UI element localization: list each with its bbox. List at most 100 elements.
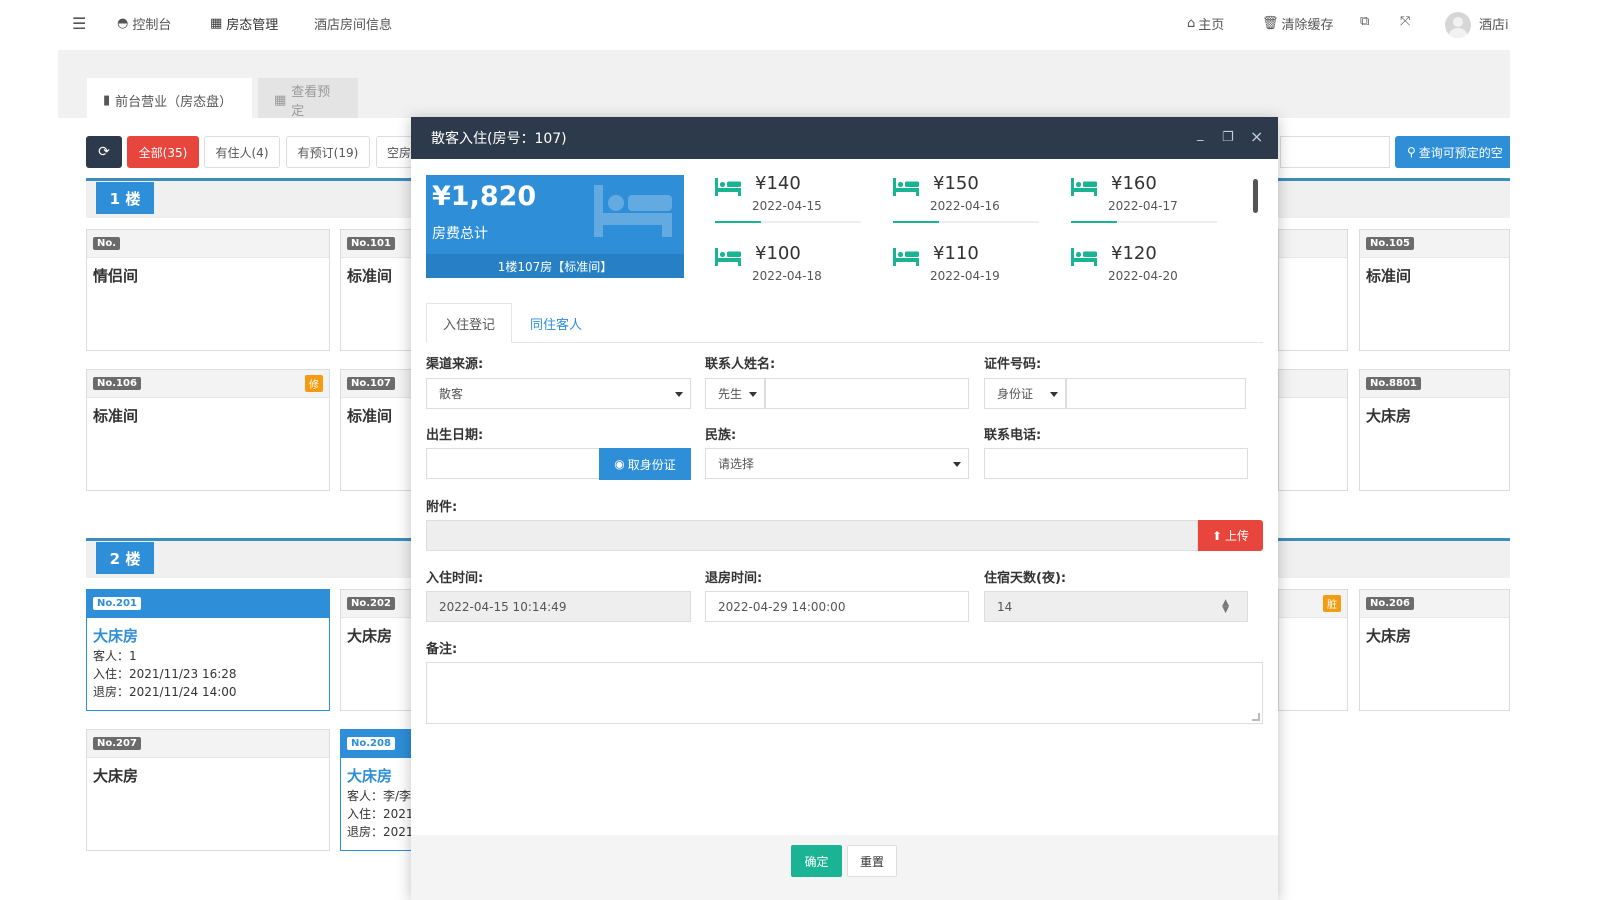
nav-room-status[interactable]: ▦ 房态管理 (210, 14, 278, 33)
room-checkout-time: 退房：2021/11/24 14:00 (93, 685, 237, 699)
fullscreen-icon[interactable]: ⤧ (1400, 14, 1410, 29)
room-card[interactable]: No.105 标准间 (1359, 229, 1510, 351)
tab-checkin-registration[interactable]: 入住登记 (426, 303, 512, 343)
tab-frontdesk-label: 前台营业（房态盘） (115, 94, 233, 110)
checkout-time-input[interactable]: 2022-04-29 14:00:00 (705, 591, 969, 622)
daily-price-amount: ¥110 (933, 243, 979, 264)
channel-select[interactable]: 散客 (426, 378, 691, 409)
tab-reservations[interactable]: ▦ 查看预定 (258, 78, 358, 122)
filter-vacant-button[interactable]: 空房 (376, 136, 416, 168)
read-id-card-button[interactable]: ◉ 取身份证 (599, 448, 691, 480)
nav-dashboard[interactable]: ◓ 控制台 (117, 14, 171, 33)
room-card[interactable]: No. 情侣间 (86, 229, 330, 351)
reset-button[interactable]: 重置 (847, 845, 897, 877)
minimize-button[interactable]: _ (1197, 127, 1204, 142)
nav-room-info[interactable]: 酒店房间信息 (314, 14, 392, 33)
daily-price-amount: ¥160 (1111, 173, 1157, 194)
upload-icon: ⬆ (1211, 528, 1223, 543)
checkin-time-input[interactable]: 2022-04-15 10:14:49 (426, 591, 691, 622)
tab-co-guests[interactable]: 同住客人 (512, 303, 600, 343)
dirty-badge: 脏 (1323, 595, 1341, 612)
room-card[interactable] (1278, 229, 1348, 351)
maximize-icon[interactable]: ❐ (1222, 130, 1234, 145)
channel-label: 渠道来源: (426, 357, 484, 372)
room-card-header: 脏 (1279, 590, 1347, 618)
phone-label: 联系电话: (984, 428, 1042, 443)
birth-date-label: 出生日期: (426, 428, 484, 443)
walk-in-checkin-dialog: 散客入住(房号：107) _ ❐ × ¥1,820 房费总计 1楼107房【标准… (411, 117, 1278, 900)
translate-icon[interactable]: ⧉ (1360, 14, 1369, 29)
room-card[interactable]: No.106 修 标准间 (86, 369, 330, 491)
id-number-input[interactable] (1066, 378, 1246, 409)
refresh-button[interactable]: ⟳ (86, 136, 122, 168)
nav-dashboard-label: 控制台 (132, 18, 172, 33)
daily-price-amount: ¥150 (933, 173, 979, 194)
home-link[interactable]: ⌂ 主页 (1187, 14, 1224, 33)
total-price-label: 房费总计 (432, 226, 488, 242)
chevron-down-icon (1050, 392, 1058, 397)
room-card-header: No.8801 (1360, 370, 1509, 398)
nights-label: 住宿天数(夜): (984, 571, 1067, 586)
daily-price-date: 2022-04-18 (752, 269, 822, 283)
contact-name-label: 联系人姓名: (705, 357, 776, 372)
home-icon: ⌂ (1187, 16, 1196, 31)
stepper-arrows-icon[interactable]: ▲ ▼ (1222, 599, 1229, 615)
search-icon: ⚲ (1407, 145, 1416, 159)
room-summary: 1楼107房【标准间】 (426, 254, 684, 278)
room-card[interactable]: No.207 大床房 (86, 729, 330, 851)
confirm-button[interactable]: 确定 (791, 845, 842, 877)
calendar-icon: ▦ (274, 92, 287, 108)
resize-handle-icon[interactable] (1252, 713, 1260, 721)
tab-frontdesk[interactable]: ▮ 前台营业（房态盘） (87, 78, 252, 122)
nav-room-info-label: 酒店房间信息 (314, 18, 393, 33)
room-card[interactable]: No.8801 大床房 (1359, 369, 1510, 491)
chevron-down-icon (675, 392, 683, 397)
room-card[interactable] (1278, 369, 1348, 491)
trash-icon: 🗑︎ (1262, 16, 1279, 31)
avatar[interactable] (1445, 12, 1471, 38)
filter-reserved-button[interactable]: 有预订(19) (286, 136, 370, 168)
room-number: No.202 (347, 597, 395, 610)
attachment-input[interactable] (426, 520, 1198, 551)
divider (715, 221, 861, 223)
remark-textarea[interactable] (426, 662, 1263, 724)
upload-button[interactable]: ⬆ 上传 (1198, 520, 1263, 551)
close-button[interactable]: × (1250, 127, 1263, 146)
title-select[interactable]: 先生 (705, 378, 765, 409)
contact-name-input[interactable] (765, 378, 969, 409)
birth-date-input[interactable] (426, 448, 601, 479)
daily-price-amount: ¥120 (1111, 243, 1157, 264)
clear-cache-link[interactable]: 🗑︎ 清除缓存 (1262, 14, 1334, 33)
id-type-value: 身份证 (997, 387, 1034, 401)
room-card[interactable]: No.201 大床房 客人：1 入住：2021/11/23 16:28 退房：2… (86, 589, 330, 711)
hamburger-icon[interactable]: ☰ (72, 14, 86, 33)
id-type-select[interactable]: 身份证 (984, 378, 1066, 409)
daily-price-date: 2022-04-17 (1108, 199, 1178, 213)
form-tabs: 入住登记 同住客人 (426, 303, 1263, 343)
phone-input[interactable] (984, 448, 1248, 479)
chevron-down-icon (953, 462, 961, 467)
nights-stepper[interactable]: 14 ▲ ▼ (984, 591, 1248, 622)
ethnicity-select[interactable]: 请选择 (705, 448, 969, 479)
room-number: No.206 (1366, 597, 1414, 610)
daily-price: ¥140 2022-04-15 (715, 173, 865, 223)
room-card[interactable]: No.206 大床房 (1359, 589, 1510, 711)
search-available-button[interactable]: ⚲ 查询可预定的空 (1395, 136, 1510, 168)
bed-icon (893, 178, 919, 196)
user-name[interactable]: 酒店i (1479, 14, 1509, 33)
total-price-card: ¥1,820 房费总计 1楼107房【标准间】 (426, 175, 684, 278)
daily-price-date: 2022-04-16 (930, 199, 1000, 213)
bed-icon (715, 248, 741, 266)
room-type: 大床房 (1366, 407, 1412, 425)
room-type: 大床房 (93, 767, 139, 785)
room-guest-count: 客人：1 (93, 649, 137, 663)
repair-badge: 修 (305, 375, 323, 392)
price-list-scrollbar[interactable] (1253, 179, 1258, 213)
room-card[interactable]: 脏 (1278, 589, 1348, 711)
daily-price-amount: ¥100 (755, 243, 801, 264)
bed-icon (715, 178, 741, 196)
search-input[interactable] (1280, 136, 1390, 168)
checkout-time-label: 退房时间: (705, 571, 763, 586)
filter-all-button[interactable]: 全部(35) (127, 136, 199, 168)
filter-occupied-button[interactable]: 有住人(4) (204, 136, 280, 168)
